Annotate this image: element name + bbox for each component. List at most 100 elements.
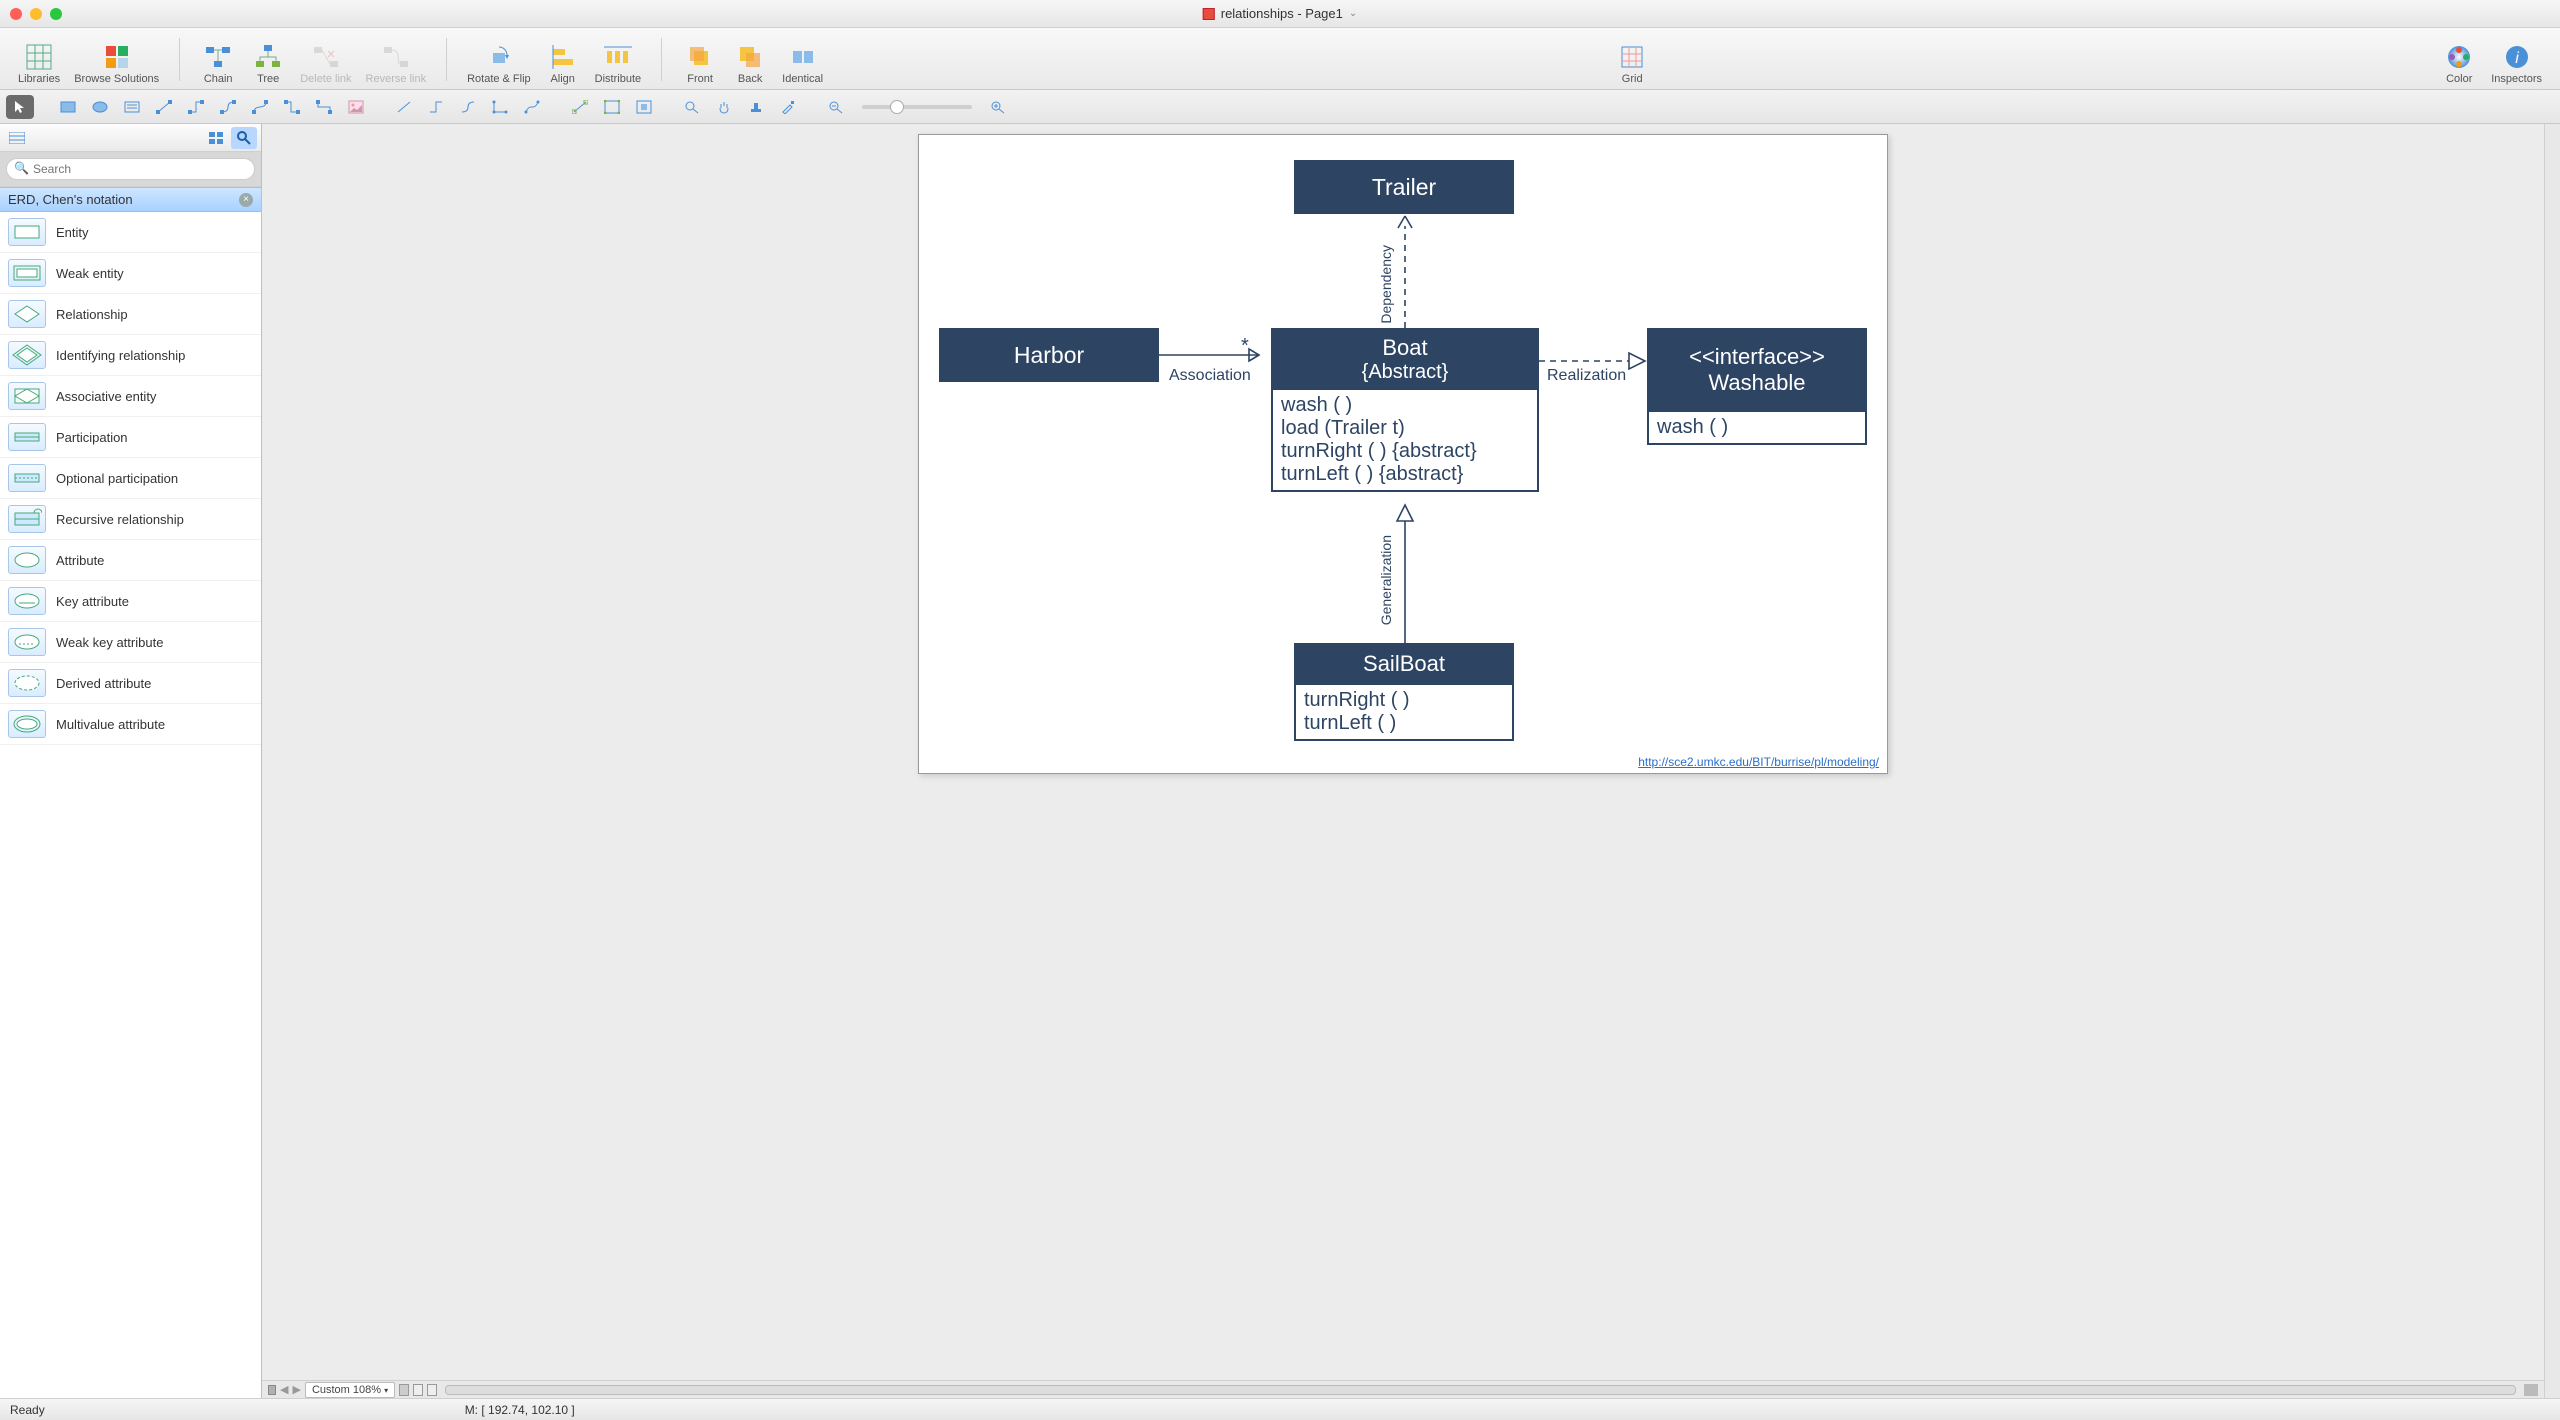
- library-item[interactable]: Key attribute: [0, 581, 261, 622]
- library-item[interactable]: Participation: [0, 417, 261, 458]
- diagram-page[interactable]: Trailer Harbor Boat {Abstract} wash ( )l…: [918, 134, 1888, 774]
- connector-tool-5[interactable]: [278, 95, 306, 119]
- library-item[interactable]: Weak entity: [0, 253, 261, 294]
- zoom-window-icon[interactable]: [50, 8, 62, 20]
- grid-view-icon[interactable]: [203, 127, 229, 149]
- close-window-icon[interactable]: [10, 8, 22, 20]
- sidebar: ERD, Chen's notation × Entity Weak entity…: [0, 124, 262, 1398]
- class-trailer[interactable]: Trailer: [1294, 160, 1514, 214]
- library-item-label: Associative entity: [56, 389, 156, 404]
- rect-tool[interactable]: [54, 95, 82, 119]
- pan-tool[interactable]: [710, 95, 738, 119]
- minimize-window-icon[interactable]: [30, 8, 42, 20]
- library-item[interactable]: Attribute: [0, 540, 261, 581]
- edit-tool-3[interactable]: [630, 95, 658, 119]
- connector-generalization[interactable]: [1395, 503, 1415, 643]
- page-control-1[interactable]: [268, 1385, 276, 1395]
- window-title[interactable]: relationships - Page1 ⌄: [1203, 6, 1358, 21]
- corner-icon[interactable]: [2524, 1384, 2538, 1396]
- line-tool-1[interactable]: [390, 95, 418, 119]
- library-item[interactable]: Relationship: [0, 294, 261, 335]
- align-button[interactable]: Align: [541, 41, 585, 87]
- canvas-scroll[interactable]: Trailer Harbor Boat {Abstract} wash ( )l…: [262, 124, 2544, 1380]
- edit-tool-2[interactable]: [598, 95, 626, 119]
- library-header[interactable]: ERD, Chen's notation ×: [0, 187, 261, 212]
- library-item[interactable]: Entity: [0, 212, 261, 253]
- pointer-tool[interactable]: [6, 95, 34, 119]
- library-item[interactable]: Weak key attribute: [0, 622, 261, 663]
- browse-solutions-button[interactable]: Browse Solutions: [70, 41, 163, 87]
- search-view-icon[interactable]: [231, 127, 257, 149]
- library-item-label: Entity: [56, 225, 89, 240]
- toggle-3[interactable]: [427, 1384, 437, 1396]
- stamp-tool[interactable]: [742, 95, 770, 119]
- next-page-icon[interactable]: ▶: [292, 1383, 300, 1396]
- library-item[interactable]: Optional participation: [0, 458, 261, 499]
- zoom-combo[interactable]: Custom 108% ▾: [305, 1382, 395, 1398]
- back-icon: [736, 43, 764, 71]
- library-item-label: Multivalue attribute: [56, 717, 165, 732]
- library-item[interactable]: Recursive relationship: [0, 499, 261, 540]
- front-button[interactable]: Front: [678, 41, 722, 87]
- chain-button[interactable]: Chain: [196, 41, 240, 87]
- prev-page-icon[interactable]: ◀: [280, 1383, 288, 1396]
- connector-tool-3[interactable]: [214, 95, 242, 119]
- connector-tool-4[interactable]: [246, 95, 274, 119]
- library-item[interactable]: Derived attribute: [0, 663, 261, 704]
- class-washable-head[interactable]: <<interface>> Washable: [1647, 328, 1867, 412]
- class-boat-body[interactable]: wash ( )load (Trailer t)turnRight ( ) {a…: [1271, 390, 1539, 492]
- line-tool-4[interactable]: [486, 95, 514, 119]
- text-tool[interactable]: [118, 95, 146, 119]
- zoom-slider[interactable]: [862, 105, 972, 109]
- grid-button[interactable]: Grid: [1610, 41, 1654, 87]
- identical-button[interactable]: Identical: [778, 41, 827, 87]
- connector-tool-2[interactable]: [182, 95, 210, 119]
- tree-button[interactable]: Tree: [246, 41, 290, 87]
- library-item-label: Weak key attribute: [56, 635, 163, 650]
- inspectors-button[interactable]: iInspectors: [2487, 41, 2546, 87]
- color-button[interactable]: Color: [2437, 41, 2481, 87]
- library-item[interactable]: Identifying relationship: [0, 335, 261, 376]
- class-boat-head[interactable]: Boat {Abstract}: [1271, 328, 1539, 390]
- class-washable-body[interactable]: wash ( ): [1647, 412, 1867, 445]
- zoom-tool[interactable]: [678, 95, 706, 119]
- zoom-out-button[interactable]: [822, 95, 850, 119]
- connector-dependency[interactable]: [1395, 214, 1415, 328]
- line-tool-5[interactable]: [518, 95, 546, 119]
- ellipse-tool[interactable]: [86, 95, 114, 119]
- source-url-link[interactable]: http://sce2.umkc.edu/BIT/burrise/pl/mode…: [1638, 755, 1879, 769]
- image-tool[interactable]: [342, 95, 370, 119]
- library-item[interactable]: Associative entity: [0, 376, 261, 417]
- library-item[interactable]: Multivalue attribute: [0, 704, 261, 745]
- eyedropper-tool[interactable]: [774, 95, 802, 119]
- search-input[interactable]: [6, 158, 255, 180]
- zoom-in-button[interactable]: [984, 95, 1012, 119]
- toggle-1[interactable]: [399, 1384, 409, 1396]
- toggle-2[interactable]: [413, 1384, 423, 1396]
- vertical-scrollbar[interactable]: [2544, 124, 2560, 1398]
- main-toolbar: Libraries Browse Solutions Chain Tree De…: [0, 28, 2560, 90]
- line-tool-3[interactable]: [454, 95, 482, 119]
- rotate-flip-button[interactable]: Rotate & Flip: [463, 41, 535, 87]
- class-sailboat-head[interactable]: SailBoat: [1294, 643, 1514, 685]
- class-harbor[interactable]: Harbor: [939, 328, 1159, 382]
- connector-tool-1[interactable]: [150, 95, 178, 119]
- libraries-button[interactable]: Libraries: [14, 41, 64, 87]
- edit-tool-1[interactable]: [566, 95, 594, 119]
- back-button[interactable]: Back: [728, 41, 772, 87]
- page-tab-bar: ◀ ▶ Custom 108% ▾: [262, 1380, 2544, 1398]
- shape-icon: [8, 628, 46, 656]
- zoom-slider-thumb[interactable]: [890, 100, 904, 114]
- library-item-label: Participation: [56, 430, 128, 445]
- connector-association[interactable]: [1159, 345, 1271, 365]
- chevron-down-icon[interactable]: ⌄: [1349, 8, 1357, 19]
- grid-icon: [1618, 43, 1646, 71]
- sidebar-toggle-icon[interactable]: [4, 127, 30, 149]
- tool-toolbar: [0, 90, 2560, 124]
- connector-tool-6[interactable]: [310, 95, 338, 119]
- distribute-button[interactable]: Distribute: [591, 41, 645, 87]
- close-library-icon[interactable]: ×: [239, 193, 253, 207]
- line-tool-2[interactable]: [422, 95, 450, 119]
- class-sailboat-body[interactable]: turnRight ( )turnLeft ( ): [1294, 685, 1514, 741]
- h-scrollbar[interactable]: [445, 1385, 2516, 1395]
